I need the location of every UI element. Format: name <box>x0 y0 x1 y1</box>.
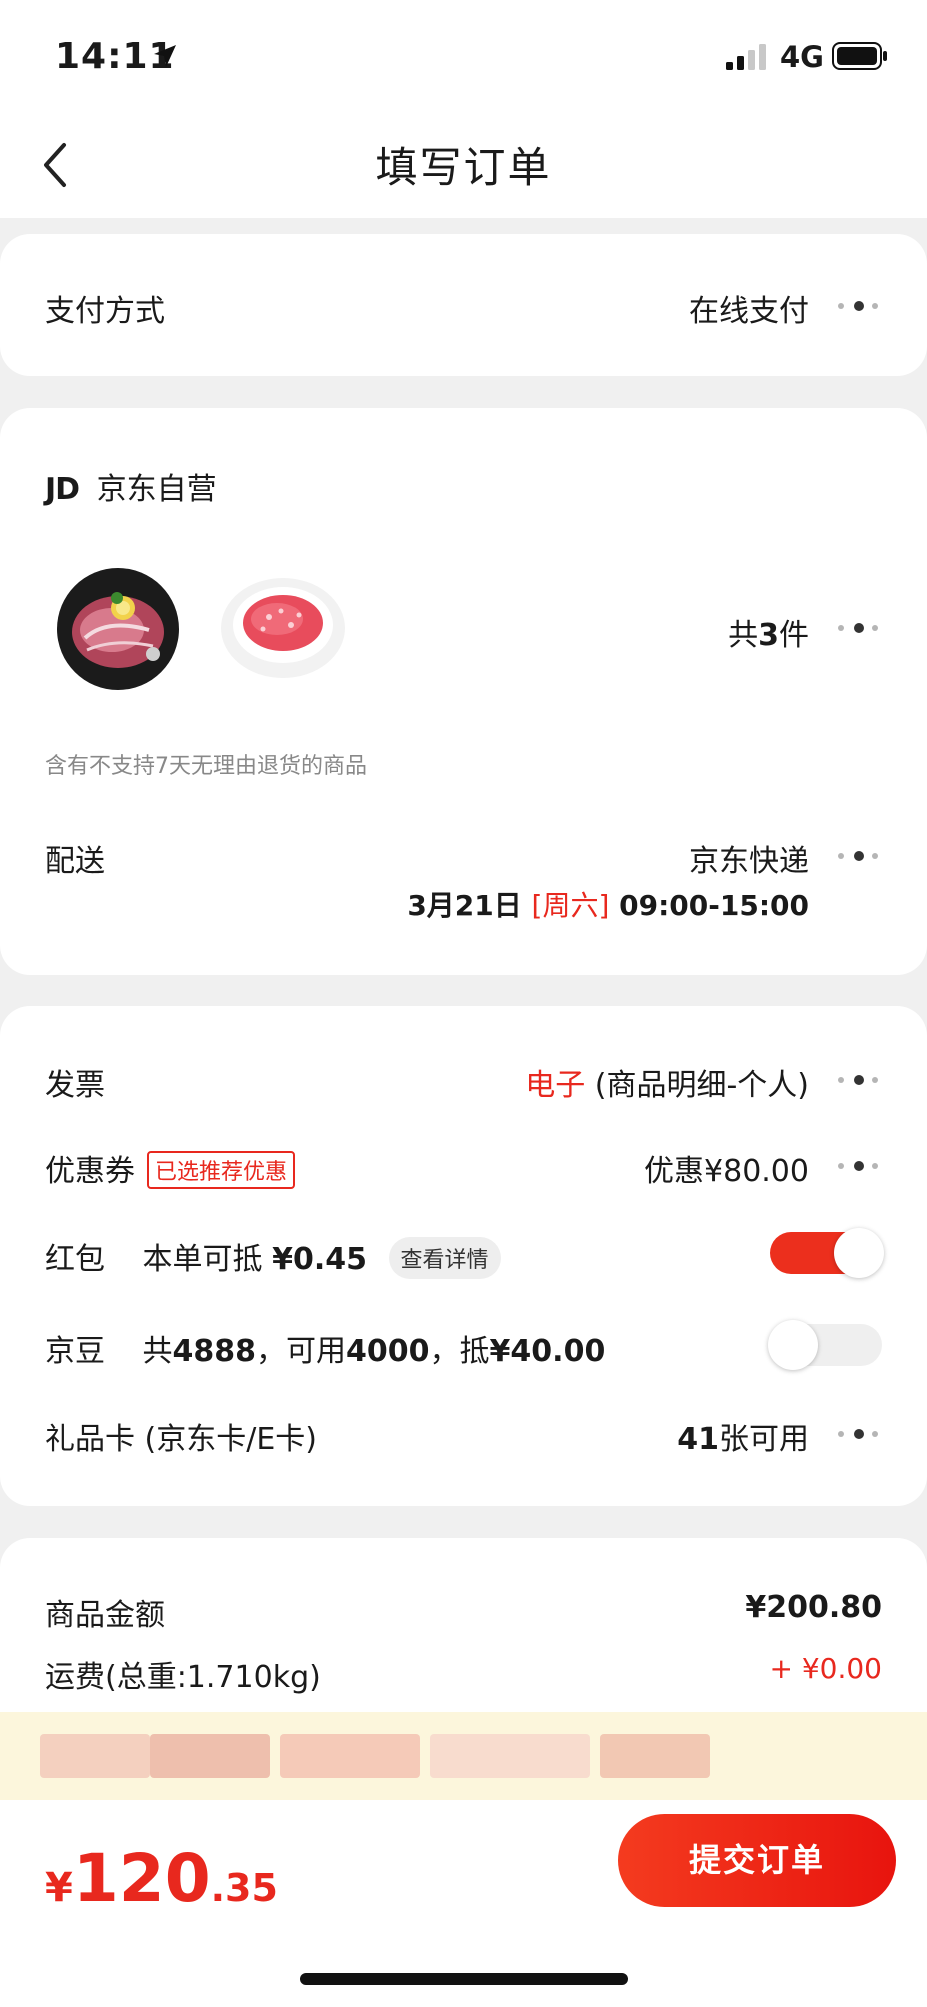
beans-usable: 4000 <box>346 1334 430 1369</box>
total-decimal: .35 <box>210 1866 278 1910</box>
battery-icon <box>832 42 887 70</box>
goods-amount-label: 商品金额 <box>45 1598 165 1633</box>
coupon-value[interactable]: 优惠¥80.00 <box>644 1146 809 1190</box>
delivery-slot[interactable]: 3月21日 [周六] 09:00-15:00 <box>407 884 809 924</box>
coupon-label: 优惠券 <box>45 1154 135 1189</box>
goods-amount-value: ¥200.80 <box>745 1590 882 1625</box>
product-image-ground-meat[interactable] <box>219 573 347 683</box>
jd-logo-icon: JD <box>45 472 80 507</box>
payment-value: 在线支付 <box>689 294 809 329</box>
submit-order-button[interactable]: 提交订单 <box>618 1814 896 1907</box>
total-integer: 120 <box>72 1840 211 1917</box>
toggle-knob <box>768 1320 818 1370</box>
obscured-text <box>600 1734 710 1778</box>
beans-row: 京豆 共4888，可用4000，抵¥40.00 <box>45 1326 605 1370</box>
delivery-date: 3月21日 <box>407 889 522 922</box>
more-dots-icon[interactable] <box>836 850 882 862</box>
product-image-meat-steak[interactable] <box>57 568 179 690</box>
promo-banner-obscured <box>0 1712 927 1800</box>
page-title: 填写订单 <box>375 143 552 192</box>
benefits-card: 发票 电子 (商品明细-个人) 优惠券 已选推荐优惠 优惠¥80.00 红包 本单… <box>0 1006 927 1506</box>
more-dots-icon[interactable] <box>836 622 882 634</box>
beans-amount: ¥40.00 <box>489 1334 606 1369</box>
obscured-text <box>430 1734 590 1778</box>
ground-meat-illustration <box>221 578 345 678</box>
invoice-label: 发票 <box>45 1068 105 1103</box>
obscured-text <box>280 1734 420 1778</box>
return-policy-notice: 含有不支持7天无理由退货的商品 <box>45 754 367 779</box>
coupon-row-label: 优惠券 已选推荐优惠 <box>45 1146 296 1192</box>
more-dots-icon[interactable] <box>836 300 882 312</box>
coupon-recommend-tag: 已选推荐优惠 <box>147 1150 296 1189</box>
shop-name: 京东自营 <box>96 472 217 507</box>
giftcard-count: 41 <box>677 1422 719 1457</box>
redpacket-toggle[interactable] <box>770 1228 884 1278</box>
toggle-knob <box>834 1228 884 1278</box>
giftcard-label: 礼品卡 (京东卡/E卡) <box>45 1422 318 1457</box>
payment-label: 支付方式 <box>45 294 165 329</box>
invoice-type: 电子 <box>525 1068 586 1103</box>
total-price: ¥120.35 <box>45 1840 278 1917</box>
more-dots-icon[interactable] <box>836 1160 882 1172</box>
invoice-value[interactable]: 电子 (商品明细-个人) <box>525 1060 809 1104</box>
redpacket-text: 本单可抵 <box>142 1242 263 1277</box>
payment-card[interactable]: 支付方式 在线支付 <box>0 234 927 376</box>
signal-icon <box>726 44 766 70</box>
delivery-method[interactable]: 京东快递 <box>689 836 809 880</box>
item-count[interactable]: 共3件 <box>728 610 809 654</box>
beans-total: 4888 <box>172 1334 257 1369</box>
shipping-value: + ¥0.00 <box>769 1652 882 1685</box>
shop-header: JD 京东自营 <box>45 464 217 508</box>
more-dots-icon[interactable] <box>836 1428 882 1440</box>
redpacket-detail-button[interactable]: 查看详情 <box>388 1236 501 1279</box>
status-bar: 14:11 4G <box>0 0 927 110</box>
beans-text-3: ，抵 <box>429 1334 490 1369</box>
giftcard-value[interactable]: 41张可用 <box>677 1414 809 1458</box>
shipping-label: 运费(总重:1.710kg) <box>45 1660 321 1695</box>
delivery-label: 配送 <box>45 844 105 879</box>
item-count-number: 3 <box>758 618 779 653</box>
redpacket-label: 红包 <box>45 1242 105 1277</box>
delivery-weekday: [周六] <box>531 889 610 922</box>
redpacket-row: 红包 本单可抵 ¥0.45 查看详情 <box>45 1234 501 1282</box>
redpacket-amount: ¥0.45 <box>272 1242 367 1277</box>
invoice-detail: (商品明细-个人) <box>594 1068 809 1103</box>
beans-text-1: 共 <box>142 1334 173 1369</box>
beans-text-2: ，可用 <box>256 1334 347 1369</box>
home-indicator[interactable] <box>300 1973 628 1985</box>
beans-toggle[interactable] <box>768 1320 882 1370</box>
beans-label: 京豆 <box>45 1334 105 1369</box>
shop-card: JD 京东自营 共3件 含有不支持7天无理由退货的商品 配送 京东快递 3月21… <box>0 408 927 975</box>
delivery-time: 09:00-15:00 <box>619 889 809 922</box>
obscured-text <box>40 1734 150 1778</box>
giftcard-suffix: 张可用 <box>719 1422 809 1457</box>
network-type: 4G <box>780 40 824 74</box>
item-count-suffix: 件 <box>779 618 809 653</box>
navigation-bar: 填写订单 <box>0 110 927 218</box>
total-currency: ¥ <box>45 1865 73 1911</box>
meat-steak-illustration <box>72 592 164 668</box>
location-arrow-icon <box>154 45 176 67</box>
obscured-text <box>150 1734 270 1778</box>
more-dots-icon[interactable] <box>836 1074 882 1086</box>
item-count-prefix: 共 <box>728 618 759 653</box>
